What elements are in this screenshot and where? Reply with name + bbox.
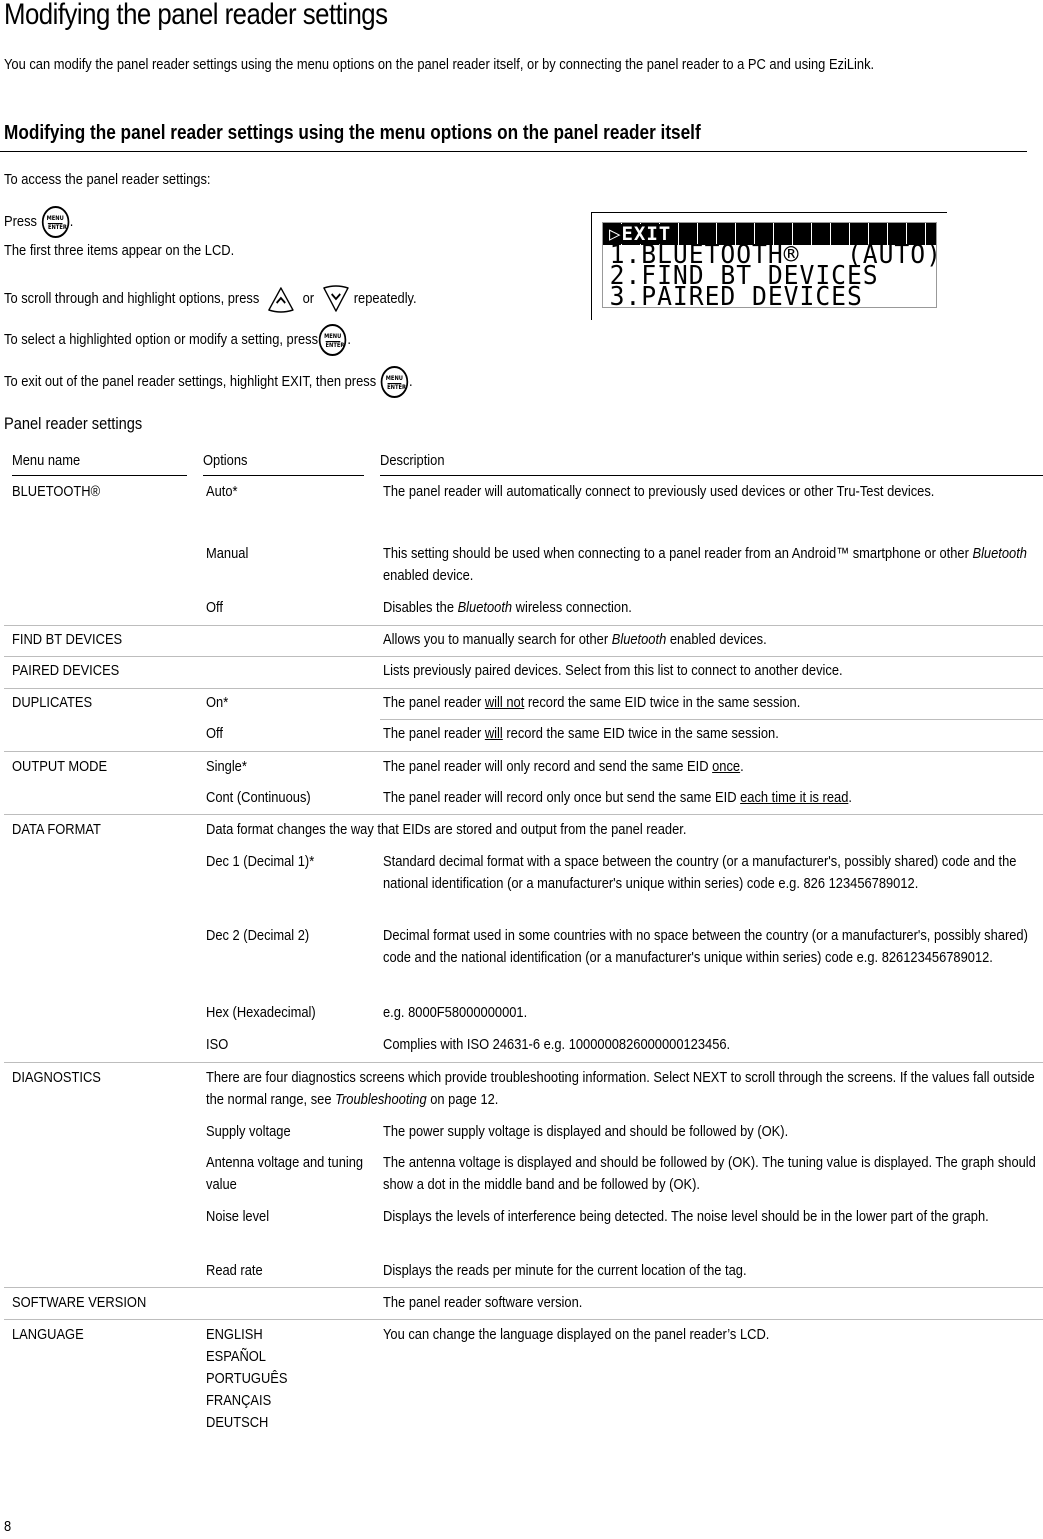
page-title: Modifying the panel reader settings (4, 0, 388, 31)
row-option: Dec 1 (Decimal 1)* (206, 853, 315, 870)
row-description: Displays the levels of interference bein… (383, 1208, 989, 1225)
row-divider (4, 814, 1043, 815)
row-divider (4, 688, 1043, 689)
up-arrow-icon (268, 287, 294, 313)
row-option: Noise level (206, 1208, 270, 1225)
row-description: Data format changes the way that EIDs ar… (206, 821, 687, 838)
row-option: Antenna voltage and tuning value (206, 1154, 364, 1193)
row-description: Displays the reads per minute for the cu… (383, 1262, 747, 1279)
row-menu-name: DATA FORMAT (12, 821, 101, 838)
step-exit: To exit out of the panel reader settings… (4, 366, 413, 398)
menu-enter-button-icon: MENU ENTER (380, 366, 409, 398)
lcd-screen: ▷EXIT 1.BLUETOOTH® (AUTO) 2.FIND BT DEVI… (602, 222, 937, 308)
section-heading: Modifying the panel reader settings usin… (4, 122, 701, 144)
row-menu-name: DIAGNOSTICS (12, 1069, 101, 1086)
down-arrow-icon (322, 285, 349, 312)
row-option: Supply voltage (206, 1123, 291, 1140)
table-title: Panel reader settings (4, 414, 143, 433)
language-options: ENGLISH ESPAÑOL PORTUGUÊS FRANÇAIS DEUTS… (206, 1324, 376, 1434)
page-number: 8 (4, 1518, 12, 1535)
row-option: On* (206, 694, 229, 711)
menu-enter-button-icon: MENU ENTER (318, 324, 347, 356)
row-divider (4, 751, 1043, 752)
heading-divider (0, 151, 1027, 152)
row-description: Decimal format used in some countries wi… (383, 927, 1028, 966)
step-scroll: To scroll through and highlight options,… (4, 284, 417, 314)
row-description: The panel reader will automatically conn… (383, 483, 935, 500)
row-option: Hex (Hexadecimal) (206, 1004, 316, 1021)
header-options: Options (203, 452, 364, 476)
row-description: Disables the Bluetooth wireless connecti… (383, 599, 632, 616)
row-divider (4, 625, 1043, 626)
row-description: There are four diagnostics screens which… (206, 1069, 1035, 1108)
row-description: Lists previously paired devices. Select … (383, 662, 843, 679)
language-option: ENGLISH (206, 1326, 263, 1343)
row-description: The antenna voltage is displayed and sho… (383, 1154, 1036, 1193)
row-divider (4, 1287, 1043, 1288)
row-menu-name: FIND BT DEVICES (12, 631, 123, 648)
row-option: Dec 2 (Decimal 2) (206, 927, 310, 944)
row-menu-name: DUPLICATES (12, 694, 93, 711)
row-menu-name: LANGUAGE (12, 1326, 84, 1343)
row-divider (380, 719, 1043, 720)
row-menu-name: SOFTWARE VERSION (12, 1294, 147, 1311)
row-divider (4, 656, 1043, 657)
row-divider (4, 1319, 1043, 1320)
row-option: ISO (206, 1036, 229, 1053)
header-description: Description (380, 452, 1043, 476)
row-description: Complies with ISO 24631-6 e.g. 100000082… (383, 1036, 731, 1053)
row-description: Standard decimal format with a space bet… (383, 853, 1017, 892)
row-menu-name: BLUETOOTH® (12, 483, 101, 500)
step-lcd-note: The first three items appear on the LCD. (4, 242, 235, 259)
row-description: The panel reader will only record and se… (383, 758, 744, 775)
row-description: This setting should be used when connect… (383, 545, 1027, 584)
row-option: Single* (206, 758, 247, 775)
row-description: You can change the language displayed on… (383, 1326, 770, 1343)
row-description: The panel reader will not record the sam… (383, 694, 801, 711)
row-option: Cont (Continuous) (206, 789, 311, 806)
row-menu-name: PAIRED DEVICES (12, 662, 120, 679)
row-description: The panel reader will record only once b… (383, 789, 852, 806)
lcd-line: 3.PAIRED DEVICES (609, 282, 863, 308)
row-option: Off (206, 599, 223, 616)
row-option: Off (206, 725, 223, 742)
row-description: The panel reader software version. (383, 1294, 583, 1311)
step-access: To access the panel reader settings: (4, 171, 211, 188)
step-select: To select a highlighted option or modify… (4, 324, 351, 356)
row-divider (4, 1062, 1043, 1063)
language-option: PORTUGUÊS (206, 1370, 288, 1387)
row-description: The power supply voltage is displayed an… (383, 1123, 789, 1140)
language-option: FRANÇAIS (206, 1392, 272, 1409)
header-menu-name: Menu name (12, 452, 187, 476)
row-option: Auto* (206, 483, 238, 500)
row-option: Read rate (206, 1262, 263, 1279)
row-option: Manual (206, 545, 249, 562)
menu-enter-button-icon: MENU ENTER (41, 206, 69, 238)
row-description: Allows you to manually search for other … (383, 631, 767, 648)
language-option: ESPAÑOL (206, 1348, 266, 1365)
row-menu-name: OUTPUT MODE (12, 758, 108, 775)
intro-paragraph: You can modify the panel reader settings… (4, 56, 875, 73)
row-description: The panel reader will record the same EI… (383, 725, 779, 742)
step-press: Press MENU ENTER . (4, 206, 73, 238)
row-description: e.g. 8000F58000000001. (383, 1004, 528, 1021)
language-option: DEUTSCH (206, 1414, 269, 1431)
